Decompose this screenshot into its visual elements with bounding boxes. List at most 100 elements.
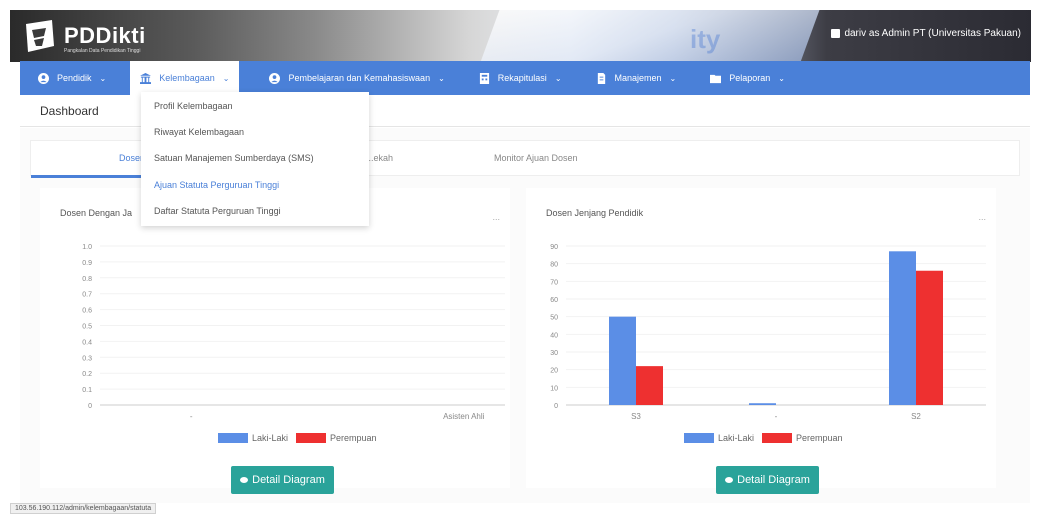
y-tick-label: 0.1 [82,387,92,394]
y-tick-label: 0.3 [82,355,92,362]
chevron-down-icon: ⌄ [778,73,785,83]
bar-female [636,366,663,405]
y-tick-label: 40 [550,332,558,339]
button-label: Detail Diagram [252,474,325,486]
bar-male [749,403,776,405]
x-tick-label: - [775,412,778,421]
chevron-down-icon: ⌄ [222,73,230,83]
chart-panel-right: Dosen Jenjang Pendidik ... 90 80 70 60 50 40 3… [526,188,996,494]
legend-item-female[interactable]: Perempuan [762,433,843,443]
x-tick-label: S2 [911,412,921,421]
menu-item-daftar-statuta[interactable]: Daftar Statuta Perguruan Tinggi [154,206,281,216]
y-tick-label: 0.5 [82,324,92,331]
nav-label: Kelembagaan [159,73,215,83]
legend-item-male[interactable]: Laki-Laki [684,433,754,443]
legend-swatch [218,433,248,443]
chart-title: Dosen Dengan Ja [60,208,133,218]
y-tick-label: 50 [550,315,558,322]
chart-jenjang-pendidik: 90 80 70 60 50 40 30 20 10 0 S3 - S2 [550,244,986,421]
y-tick-label: 0.9 [82,260,92,267]
logo-text: PDDikti [64,23,146,48]
y-tick-label: 20 [550,368,558,375]
nav-label: Pembelajaran dan Kemahasiswaan [288,73,431,83]
legend-item-female[interactable]: Perempuan [296,433,377,443]
logo[interactable]: PDDikti Pangkalan Data Pendidikan Tinggi [22,18,146,54]
y-tick-label: 60 [550,297,558,304]
y-tick-label: 70 [550,279,558,286]
y-tick-label: 0.8 [82,276,92,283]
tab-monitor-ajuan-dosen[interactable]: Monitor Ajuan Dosen [494,153,578,163]
x-tick-label: S3 [631,412,641,421]
page-title: Dashboard [40,104,99,118]
user-circle-icon [269,72,281,84]
legend-label: Perempuan [796,433,843,443]
nav-pembelajaran[interactable]: Pembelajaran dan Kemahasiswaan ⌄ [265,61,448,95]
y-tick-label: 0 [88,403,92,410]
logo-subtitle: Pangkalan Data Pendidikan Tinggi [64,48,141,54]
chart-menu-icon[interactable]: ... [492,212,500,222]
nav-pelaporan[interactable]: Pelaporan ⌄ [706,61,789,95]
nav-label: Rekapitulasi [497,73,547,83]
bar-male [609,316,636,405]
user-menu[interactable]: dariv as Admin PT (Universitas Pakuan) [831,28,1021,39]
y-tick-label: 30 [550,350,558,357]
nav-pendidik[interactable]: Pendidik ⌄ [34,61,110,95]
menu-item-profil-kelembagaan[interactable]: Profil Kelembagaan [154,101,233,111]
user-label: dariv as Admin PT (Universitas Pakuan) [844,28,1021,39]
chart-legend: Laki-Laki Perempuan [218,433,385,443]
y-tick-label: 0 [554,403,558,410]
chart-legend: Laki-Laki Perempuan [684,433,851,443]
menu-item-ajuan-statuta[interactable]: Ajuan Statuta Perguruan Tinggi [154,180,279,190]
tab-second[interactable]: ...ekah [366,153,393,163]
chart-title: Dosen Jenjang Pendidik [546,208,644,218]
y-tick-label: 0.6 [82,308,92,315]
y-tick-label: 1.0 [82,244,92,251]
legend-label: Laki-Laki [718,433,755,443]
main-navbar: Pendidik ⌄ Kelembagaan ⌄ Pembelajaran da… [20,61,1030,95]
eye-icon [240,477,249,483]
legend-label: Laki-Laki [252,433,289,443]
chevron-down-icon: ⌄ [669,73,677,83]
menu-item-riwayat-kelembagaan[interactable]: Riwayat Kelembagaan [154,127,244,137]
user-icon [831,29,841,38]
button-label: Detail Diagram [737,474,810,486]
nav-label: Pelaporan [729,73,771,83]
folder-icon [710,74,722,83]
chevron-down-icon: ⌄ [554,73,562,83]
header-banner: ity PDDikti Pangkalan Data Pendidikan Ti… [10,10,1031,62]
nav-kelembagaan[interactable]: Kelembagaan ⌄ [130,61,240,95]
x-tick-label: Asisten Ahli [443,412,485,421]
y-tick-label: 0.7 [82,292,92,299]
bar-female [916,270,943,405]
chevron-down-icon: ⌄ [99,73,107,83]
legend-swatch [762,433,793,443]
nav-manajemen[interactable]: Manajemen ⌄ [592,61,681,95]
detail-diagram-button[interactable]: Detail Diagram [231,466,334,494]
kelembagaan-dropdown-menu: Profil Kelembagaan Riwayat Kelembagaan S… [141,92,369,226]
chart-panel-left: Dosen Dengan Ja ... 1.0 0.9 0.8 0.7 0.6 0.5 0.… [40,188,510,494]
pddikti-logo-icon [26,20,54,52]
banner-decoration [480,10,820,62]
document-icon [597,72,605,84]
chart-menu-icon[interactable]: ... [978,212,986,222]
y-tick-label: 10 [550,385,558,392]
banner-watermark: ity [690,24,721,54]
chart-jabatan: 1.0 0.9 0.8 0.7 0.6 0.5 0.4 0.3 0.2 0.1 0 - Asisten … [82,244,505,421]
legend-item-male[interactable]: Laki-Laki [218,433,288,443]
eye-icon [725,477,734,483]
calculator-icon [479,72,489,84]
menu-item-sms[interactable]: Satuan Manajemen Sumberdaya (SMS) [154,153,314,163]
nav-label: Pendidik [57,73,92,83]
bar-male [889,251,916,405]
chevron-down-icon: ⌄ [438,73,445,83]
legend-swatch [296,433,327,443]
y-tick-label: 90 [550,244,558,251]
y-tick-label: 0.2 [82,371,92,378]
institution-icon [140,72,152,84]
browser-status-url: 103.56.190.112/admin/kelembagaan/statuta [10,503,157,514]
nav-label: Manajemen [614,73,662,83]
legend-swatch [684,433,714,443]
nav-rekapitulasi[interactable]: Rekapitulasi ⌄ [475,61,566,95]
detail-diagram-button[interactable]: Detail Diagram [716,466,819,494]
y-tick-label: 80 [550,262,558,269]
